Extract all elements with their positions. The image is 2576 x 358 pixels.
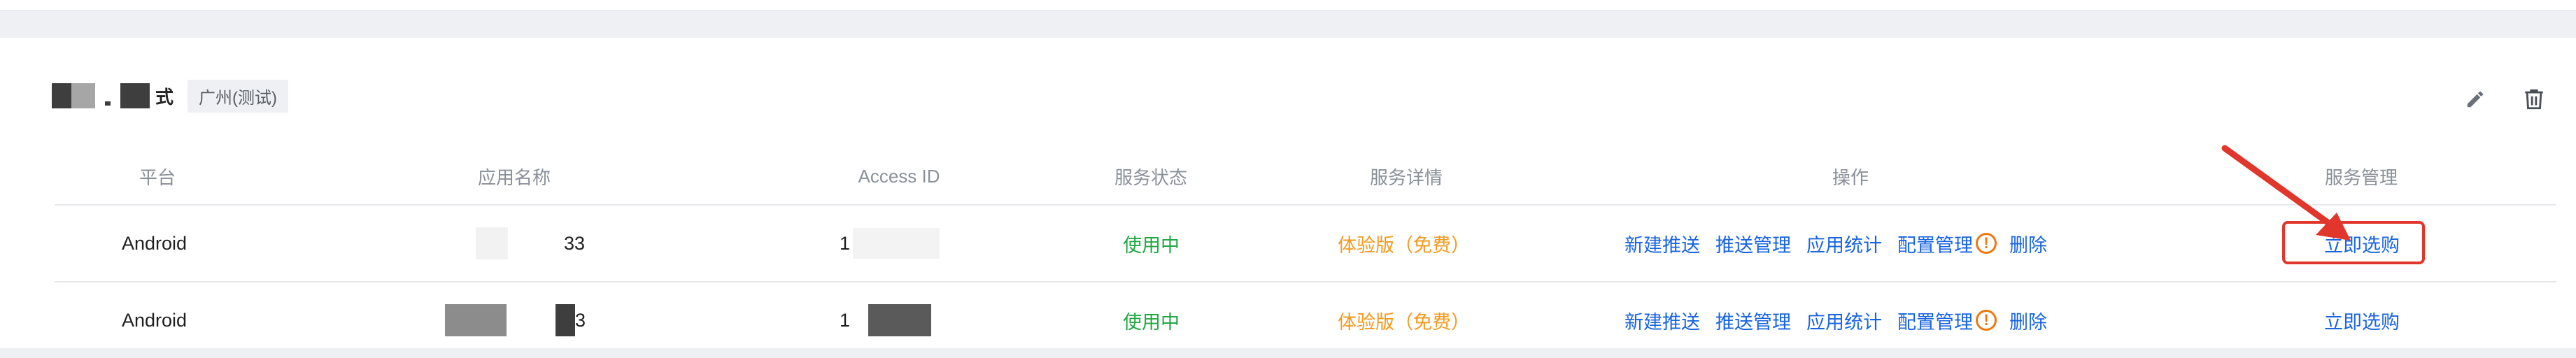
exclamation-circle-icon[interactable]: ! bbox=[1976, 310, 1997, 331]
table-row: Android 3 1 使用中 体验版（免费） 新建推送 推送管理 应用统计 配… bbox=[0, 282, 2576, 358]
region-tag: 广州(测试) bbox=[187, 79, 288, 113]
application-card: 式 广州(测试) 平台 应用名称 Access ID 服务状态 服务详情 操作 … bbox=[0, 38, 2576, 348]
operations-cell: 新建推送 推送管理 应用统计 配置管理 ! 删除 bbox=[1625, 282, 2047, 358]
redacted-access-id bbox=[853, 228, 940, 259]
column-header-service-detail: 服务详情 bbox=[1369, 166, 1443, 188]
card-title: 式 bbox=[155, 86, 174, 108]
app-statistics-link[interactable]: 应用统计 bbox=[1806, 230, 1882, 257]
redacted-app-name bbox=[555, 304, 575, 336]
new-push-link[interactable]: 新建推送 bbox=[1625, 230, 1700, 257]
app-name-cell: 33 bbox=[476, 206, 585, 281]
status-cell: 使用中 bbox=[1123, 234, 1180, 256]
card-header: 式 广州(测试) bbox=[52, 71, 288, 120]
access-id-prefix: 1 bbox=[840, 309, 851, 331]
redacted-app-name bbox=[445, 304, 507, 336]
access-id-cell: 1 bbox=[840, 206, 940, 281]
exclamation-circle-icon[interactable]: ! bbox=[1976, 233, 1997, 254]
table-row: Android 33 1 使用中 体验版（免费） 新建推送 推送管理 应用统计 … bbox=[0, 206, 2576, 281]
column-header-service-status: 服务状态 bbox=[1114, 166, 1187, 188]
delete-link[interactable]: 删除 bbox=[2009, 230, 2047, 257]
app-statistics-link[interactable]: 应用统计 bbox=[1806, 307, 1882, 334]
column-header-app-name: 应用名称 bbox=[477, 166, 551, 188]
trash-icon[interactable] bbox=[2513, 78, 2555, 120]
redacted-title-block bbox=[105, 101, 111, 106]
column-header-operations: 操作 bbox=[1832, 166, 1869, 188]
annotation-arrow-icon bbox=[2221, 145, 2351, 241]
access-id-cell: 1 bbox=[840, 282, 932, 358]
platform-cell: Android bbox=[122, 232, 187, 254]
push-management-link[interactable]: 推送管理 bbox=[1715, 307, 1791, 334]
app-name-cell: 3 bbox=[445, 282, 586, 358]
delete-link[interactable]: 删除 bbox=[2009, 307, 2047, 334]
app-name-suffix: 3 bbox=[575, 309, 586, 331]
redacted-app-name bbox=[476, 227, 508, 259]
detail-cell[interactable]: 体验版（免费） bbox=[1338, 282, 1470, 358]
redacted-title-block bbox=[71, 83, 95, 108]
redacted-access-id bbox=[868, 304, 932, 336]
buy-now-link[interactable]: 立即选购 bbox=[2324, 282, 2400, 358]
redacted-title-block bbox=[52, 83, 71, 108]
app-name-suffix: 33 bbox=[564, 232, 586, 254]
pencil-icon[interactable] bbox=[2454, 78, 2496, 120]
access-id-prefix: 1 bbox=[840, 232, 851, 254]
redacted-title-block bbox=[120, 83, 150, 108]
detail-cell[interactable]: 体验版（免费） bbox=[1338, 206, 1470, 281]
platform-cell: Android bbox=[122, 309, 187, 331]
column-header-platform: 平台 bbox=[139, 166, 176, 188]
push-management-link[interactable]: 推送管理 bbox=[1715, 230, 1791, 257]
config-management-link[interactable]: 配置管理 bbox=[1897, 307, 1973, 334]
top-panel bbox=[0, 0, 2576, 10]
new-push-link[interactable]: 新建推送 bbox=[1625, 307, 1700, 334]
status-cell: 使用中 bbox=[1123, 311, 1180, 333]
config-management-link[interactable]: 配置管理 bbox=[1897, 230, 1973, 257]
column-header-access-id: Access ID bbox=[858, 165, 940, 187]
operations-cell: 新建推送 推送管理 应用统计 配置管理 ! 删除 bbox=[1625, 206, 2047, 281]
